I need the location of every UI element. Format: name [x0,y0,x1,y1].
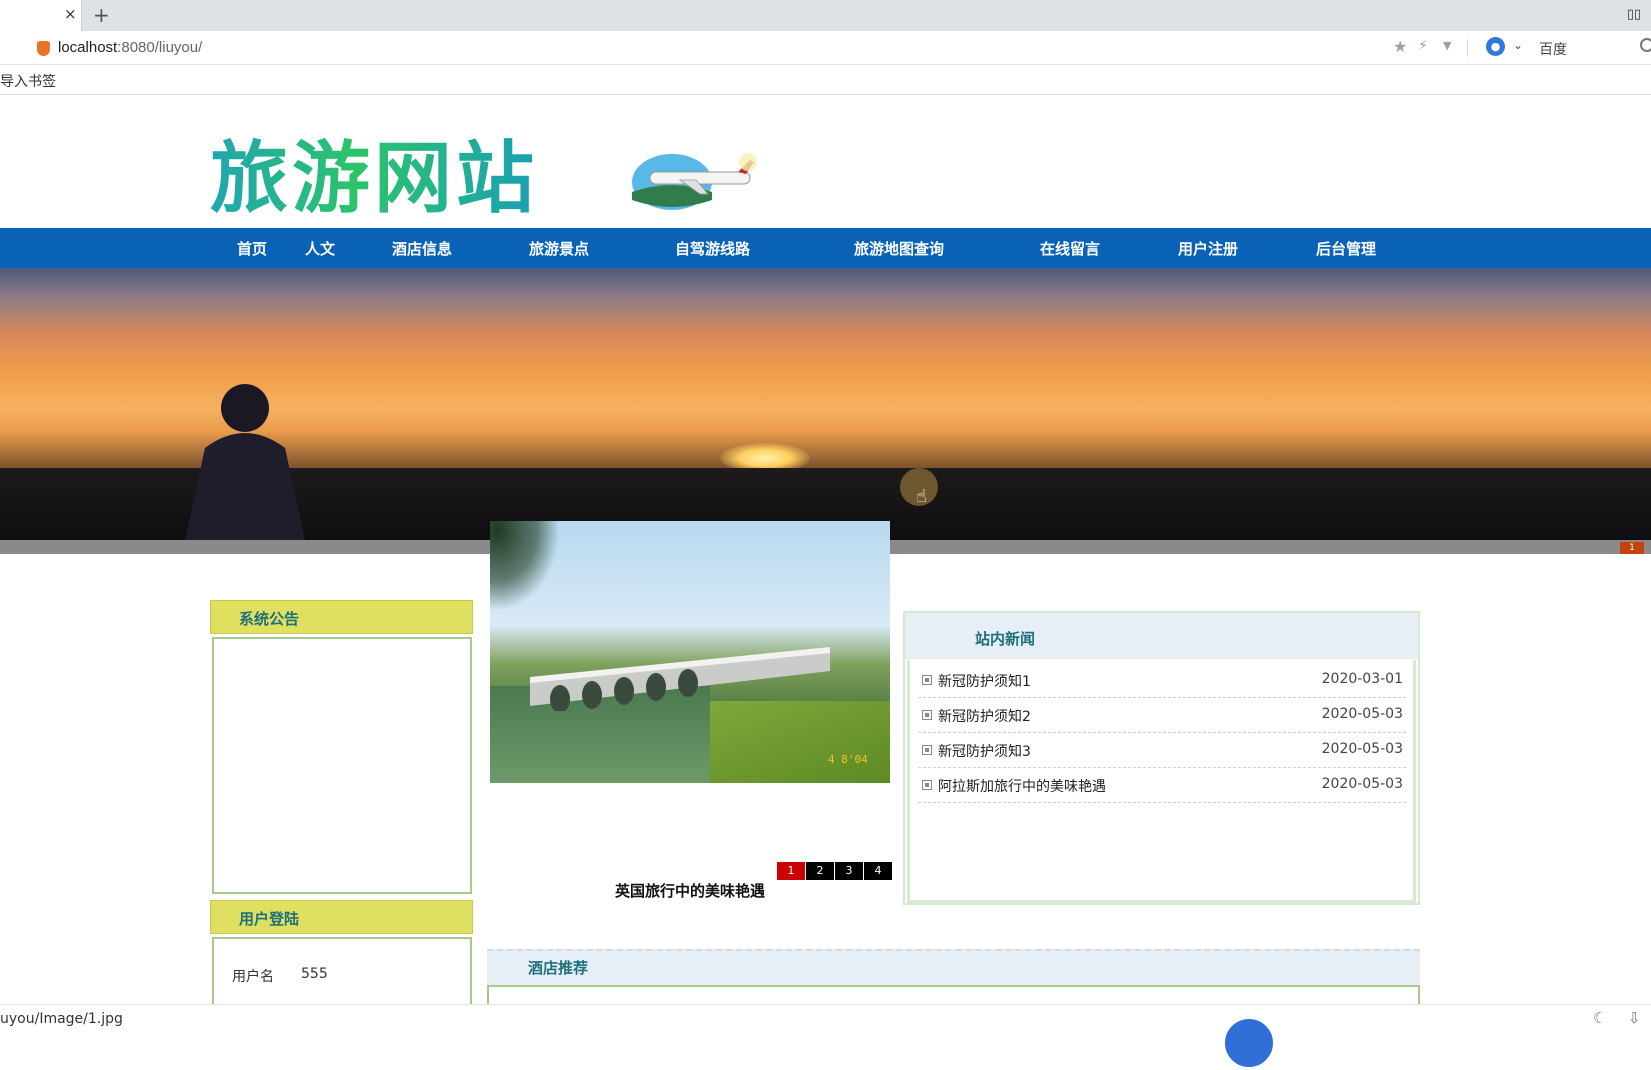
hand-pointer-icon: ☝ [916,486,927,507]
notice-panel-body [212,637,472,894]
bullet-icon [922,710,932,720]
username-value[interactable]: 555 [301,966,328,982]
bullet-icon [922,745,932,755]
window-menu-icon[interactable]: ▯▯ [1627,7,1641,22]
login-panel-title: 用户登陆 [239,910,300,928]
news-item-title[interactable]: 新冠防护须知2 [938,706,1031,726]
slide-page-4[interactable]: 4 [864,862,892,880]
url-host: localhost [58,39,118,56]
news-item[interactable]: 新冠防护须知2 2020-05-03 [918,698,1406,733]
banner-person-silhouette [185,384,305,540]
news-item[interactable]: 新冠防护须知1 2020-03-01 [918,663,1406,698]
news-item-date: 2020-05-03 [1321,741,1403,757]
slide-tree [490,521,560,611]
bookmark-star-icon[interactable]: ★ [1393,37,1407,56]
hotel-panel-header [487,949,1420,985]
news-panel-title: 站内新闻 [975,630,1036,648]
bookmark-bar: 导入书签 [0,66,1651,95]
site-logo-text[interactable]: 旅游网站 [210,116,538,228]
lightning-icon[interactable]: ⚡ [1418,38,1428,54]
news-item-title[interactable]: 新冠防护须知1 [938,671,1031,691]
status-url-text: uyou/Image/1.jpg [0,1011,123,1027]
notice-panel-header: 系统公告 [210,600,473,634]
close-tab-icon[interactable]: × [64,5,77,23]
nav-messages[interactable]: 在线留言 [1040,238,1100,259]
notice-panel-title: 系统公告 [239,610,300,628]
nav-map-search[interactable]: 旅游地图查询 [854,238,944,259]
sunset-banner-image[interactable]: ☝ [0,268,1651,540]
slide-grass [710,701,890,783]
news-item-title[interactable]: 阿拉斯加旅行中的美味艳遇 [938,776,1106,796]
photo-date-stamp: 4 8'04 [828,753,868,766]
username-label: 用户名 [232,969,274,985]
url-path: :8080/liuyou/ [117,39,203,56]
nav-attractions[interactable]: 旅游景点 [529,238,589,259]
night-mode-icon[interactable]: ☾ [1593,1009,1606,1027]
url-input[interactable]: localhost:8080/liuyou/ [58,39,202,56]
download-icon[interactable]: ⇩ [1628,1009,1641,1027]
slide-page-3[interactable]: 3 [835,862,863,880]
browser-tab-bar: × + ▯▯ [0,0,1651,31]
news-item[interactable]: 新冠防护须知3 2020-05-03 [918,733,1406,768]
chevron-down-icon[interactable]: ⌄ [1513,38,1523,52]
bullet-icon [922,675,932,685]
airplane-logo-icon [632,153,757,210]
address-bar: localhost:8080/liuyou/ ★ ⚡ ▼ ● ⌄ 百度 [0,31,1651,65]
nav-culture[interactable]: 人文 [305,238,335,259]
import-bookmarks-link[interactable]: 导入书签 [0,71,56,91]
slide-page-1[interactable]: 1 [777,862,805,880]
news-item-title[interactable]: 新冠防护须知3 [938,741,1031,761]
slide-page-2[interactable]: 2 [806,862,834,880]
slideshow-pager: 1 2 3 4 [776,862,892,880]
news-item-date: 2020-05-03 [1321,776,1403,792]
caret-down-icon[interactable]: ▼ [1443,39,1451,52]
slideshow-caption[interactable]: 英国旅行中的美味艳遇 [490,880,890,901]
floating-action-button[interactable] [1222,1016,1276,1070]
main-navigation: 首页 人文 酒店信息 旅游景点 自驾游线路 旅游地图查询 在线留言 用户注册 后… [0,228,1651,268]
nav-hotels[interactable]: 酒店信息 [392,238,452,259]
new-tab-icon[interactable]: + [93,3,110,27]
nav-road-trips[interactable]: 自驾游线路 [675,238,750,259]
search-icon[interactable] [1640,38,1651,52]
browser-tab[interactable]: × [0,0,82,31]
nav-register[interactable]: 用户注册 [1178,238,1238,259]
nav-admin[interactable]: 后台管理 [1316,238,1376,259]
login-panel-header: 用户登陆 [210,900,473,934]
news-item-date: 2020-05-03 [1321,706,1403,722]
security-shield-icon[interactable] [37,41,50,56]
slideshow-image[interactable]: 4 8'04 [490,521,890,783]
news-item[interactable]: 阿拉斯加旅行中的美味艳遇 2020-05-03 [918,768,1406,803]
baidu-paw-icon[interactable]: ● [1486,37,1505,56]
toolbar-divider [1467,39,1468,57]
hotel-panel-title: 酒店推荐 [528,959,589,977]
banner-page-indicator[interactable]: 1 [1620,542,1644,554]
nav-home[interactable]: 首页 [237,238,267,259]
bullet-icon [922,780,932,790]
search-engine-name[interactable]: 百度 [1539,39,1567,59]
news-item-date: 2020-03-01 [1321,671,1403,687]
browser-status-bar: uyou/Image/1.jpg ☾ ⇩ [0,1004,1651,1032]
